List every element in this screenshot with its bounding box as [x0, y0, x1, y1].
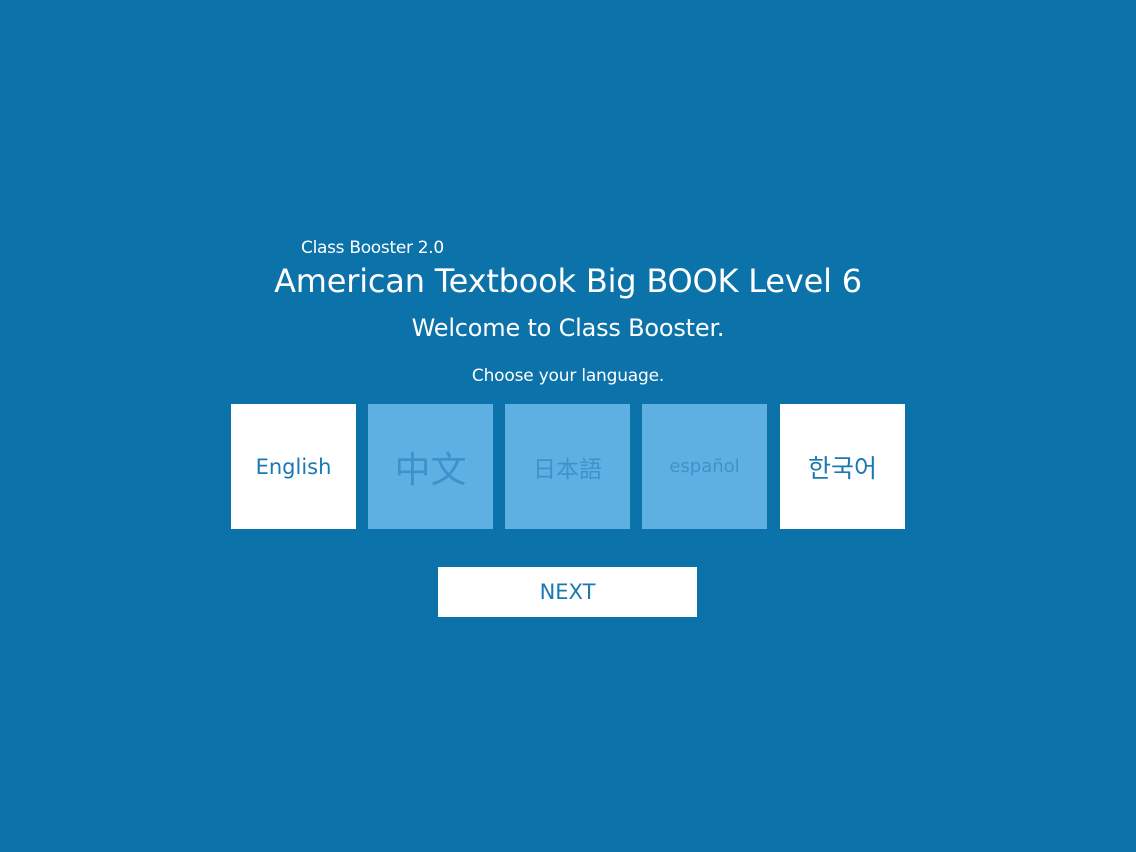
language-option-chinese[interactable]: 中文 — [368, 404, 493, 529]
language-option-spanish[interactable]: español — [642, 404, 767, 529]
language-option-label: 한국어 — [807, 453, 877, 483]
language-selector: English 中文 日本語 español 한국어 — [231, 404, 906, 529]
language-option-label: English — [255, 454, 332, 479]
language-prompt: Choose your language. — [471, 366, 665, 386]
app-name: Class Booster 2.0 — [301, 238, 444, 258]
language-option-label: español — [669, 456, 740, 477]
language-option-label: 中文 — [394, 449, 467, 491]
language-option-english[interactable]: English — [231, 404, 356, 529]
welcome-message: Welcome to Class Booster. — [411, 314, 725, 342]
language-option-label: 日本語 — [533, 456, 602, 483]
next-button[interactable]: NEXT — [438, 567, 697, 617]
language-option-korean[interactable]: 한국어 — [780, 404, 905, 529]
page-title: American Textbook Big BOOK Level 6 — [274, 262, 862, 300]
language-option-japanese[interactable]: 日本語 — [505, 404, 630, 529]
